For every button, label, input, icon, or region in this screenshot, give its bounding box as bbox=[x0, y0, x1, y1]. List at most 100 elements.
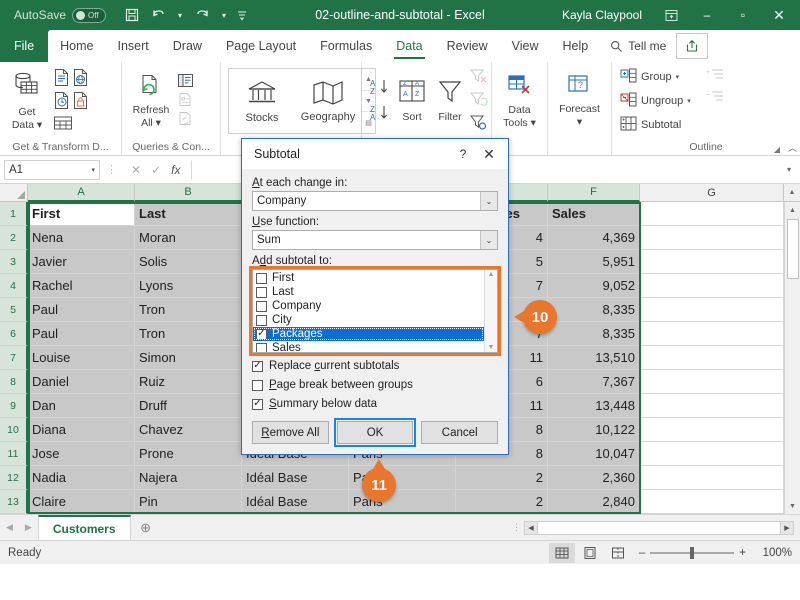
zoom-track[interactable] bbox=[650, 552, 734, 554]
list-item[interactable]: First bbox=[253, 271, 484, 285]
column-header-b[interactable]: B bbox=[135, 184, 242, 202]
row-header-5[interactable]: 5 bbox=[0, 298, 28, 322]
tab-data[interactable]: Data bbox=[384, 30, 434, 62]
qat-more-icon[interactable] bbox=[234, 4, 250, 26]
list-item[interactable]: Company bbox=[253, 299, 484, 313]
get-data-button[interactable]: GetData ▾ bbox=[5, 69, 49, 132]
scroll-left-icon[interactable]: ◀ bbox=[524, 521, 538, 535]
cell-b9[interactable]: Druff bbox=[135, 394, 242, 418]
row-header-12[interactable]: 12 bbox=[0, 466, 28, 490]
cell-a8[interactable]: Daniel bbox=[28, 370, 135, 394]
name-box-dropdown-icon[interactable]: ▾ bbox=[91, 166, 95, 174]
cell-f13[interactable]: 2,840 bbox=[548, 490, 640, 514]
group-button[interactable]: Group ▾ bbox=[617, 66, 694, 88]
cell-b7[interactable]: Simon bbox=[135, 346, 242, 370]
cell-f9[interactable]: 13,448 bbox=[548, 394, 640, 418]
cell-g7[interactable] bbox=[640, 346, 784, 370]
undo-icon[interactable] bbox=[146, 4, 170, 26]
ungroup-button[interactable]: Ungroup ▾ bbox=[617, 90, 694, 112]
row-header-7[interactable]: 7 bbox=[0, 346, 28, 370]
tab-insert[interactable]: Insert bbox=[106, 30, 161, 62]
user-name[interactable]: Kayla Claypool bbox=[562, 8, 642, 22]
zoom-in-button[interactable]: + bbox=[739, 547, 746, 559]
from-table-icon[interactable] bbox=[53, 115, 73, 134]
cell-f2[interactable]: 4,369 bbox=[548, 226, 640, 250]
scroll-grip-icon[interactable]: ⋮ bbox=[512, 522, 520, 533]
ribbon-display-options-icon[interactable] bbox=[654, 0, 688, 30]
sheet-tab-customers[interactable]: Customers bbox=[38, 515, 131, 540]
cell-b12[interactable]: Najera bbox=[135, 466, 242, 490]
vertical-scroll-thumb[interactable] bbox=[787, 219, 799, 279]
cell-b10[interactable]: Chavez bbox=[135, 418, 242, 442]
cell-f11[interactable]: 10,047 bbox=[548, 442, 640, 466]
cell-a5[interactable]: Paul bbox=[28, 298, 135, 322]
cell-a13[interactable]: Claire bbox=[28, 490, 135, 514]
cell-a12[interactable]: Nadia bbox=[28, 466, 135, 490]
horizontal-scroll-track[interactable] bbox=[538, 521, 780, 535]
tab-draw[interactable]: Draw bbox=[161, 30, 214, 62]
refresh-all-button[interactable]: RefreshAll ▾ bbox=[127, 71, 175, 130]
tab-view[interactable]: View bbox=[500, 30, 551, 62]
cell-g3[interactable] bbox=[640, 250, 784, 274]
group-dropdown-icon[interactable]: ▾ bbox=[676, 73, 680, 81]
cancel-button[interactable]: Cancel bbox=[421, 421, 498, 444]
column-header-f[interactable]: F bbox=[548, 184, 640, 202]
cell-f5[interactable]: 8,335 bbox=[548, 298, 640, 322]
cell-g13[interactable] bbox=[640, 490, 784, 514]
scroll-down-icon[interactable]: ▼ bbox=[785, 498, 800, 514]
from-text-icon[interactable] bbox=[53, 68, 70, 90]
cell-g10[interactable] bbox=[640, 418, 784, 442]
replace-subtotals-checkbox[interactable] bbox=[252, 361, 263, 372]
field-checkbox-city[interactable] bbox=[256, 315, 267, 326]
field-checkbox-last[interactable] bbox=[256, 287, 267, 298]
cell-a7[interactable]: Louise bbox=[28, 346, 135, 370]
cell-b3[interactable]: Solis bbox=[135, 250, 242, 274]
field-checkbox-company[interactable] bbox=[256, 301, 267, 312]
list-item[interactable]: Last bbox=[253, 285, 484, 299]
autosave-toggle[interactable]: Off bbox=[72, 8, 106, 23]
field-checkbox-first[interactable] bbox=[256, 273, 267, 284]
scroll-right-icon[interactable]: ▶ bbox=[780, 521, 794, 535]
cell-a1[interactable]: First bbox=[28, 202, 135, 226]
cell-c13[interactable]: Idéal Base bbox=[242, 490, 349, 514]
recent-sources-icon[interactable] bbox=[53, 91, 70, 113]
horizontal-scrollbar[interactable]: ◀ ▶ bbox=[524, 521, 794, 535]
cell-b1[interactable]: Last bbox=[135, 202, 242, 226]
collapse-ribbon-icon[interactable]: ︿ bbox=[788, 141, 797, 154]
save-icon[interactable] bbox=[120, 4, 144, 26]
cell-e13[interactable]: 2 bbox=[456, 490, 548, 514]
next-sheet-icon[interactable]: ▶ bbox=[25, 522, 32, 533]
row-header-6[interactable]: 6 bbox=[0, 322, 28, 346]
existing-connections-icon[interactable] bbox=[72, 91, 89, 113]
cell-g9[interactable] bbox=[640, 394, 784, 418]
page-break-checkbox[interactable] bbox=[252, 380, 263, 391]
row-header-3[interactable]: 3 bbox=[0, 250, 28, 274]
subtotal-button[interactable]: Subtotal bbox=[617, 114, 694, 136]
ungroup-dropdown-icon[interactable]: ▾ bbox=[687, 97, 691, 105]
cell-f6[interactable]: 8,335 bbox=[548, 322, 640, 346]
listbox-scrollbar[interactable]: ▲ ▼ bbox=[484, 270, 497, 352]
close-button[interactable]: ✕ bbox=[762, 0, 796, 30]
confirm-icon[interactable]: ✓ bbox=[151, 163, 161, 177]
dialog-title-bar[interactable]: Subtotal ? ✕ bbox=[242, 139, 508, 169]
zoom-thumb[interactable] bbox=[690, 547, 694, 559]
zoom-slider[interactable]: – + bbox=[639, 547, 746, 559]
normal-view-icon[interactable] bbox=[549, 543, 575, 563]
forecast-button[interactable]: ? Forecast▾ bbox=[554, 72, 605, 129]
cell-e12[interactable]: 2 bbox=[456, 466, 548, 490]
row-header-9[interactable]: 9 bbox=[0, 394, 28, 418]
row-header-13[interactable]: 13 bbox=[0, 490, 28, 514]
undo-dropdown-icon[interactable]: ▾ bbox=[172, 4, 188, 26]
list-item[interactable]: Sales bbox=[253, 341, 484, 352]
cell-c12[interactable]: Idéal Base bbox=[242, 466, 349, 490]
listbox-scroll-up-icon[interactable]: ▲ bbox=[488, 271, 495, 278]
cell-g12[interactable] bbox=[640, 466, 784, 490]
cell-g1[interactable] bbox=[640, 202, 784, 226]
summary-below-checkbox[interactable] bbox=[252, 399, 263, 410]
field-checkbox-sales[interactable] bbox=[256, 343, 267, 353]
cell-b5[interactable]: Tron bbox=[135, 298, 242, 322]
redo-dropdown-icon[interactable]: ▾ bbox=[216, 4, 232, 26]
row-header-4[interactable]: 4 bbox=[0, 274, 28, 298]
scroll-up-icon[interactable]: ▲ bbox=[785, 202, 800, 218]
cell-b2[interactable]: Moran bbox=[135, 226, 242, 250]
